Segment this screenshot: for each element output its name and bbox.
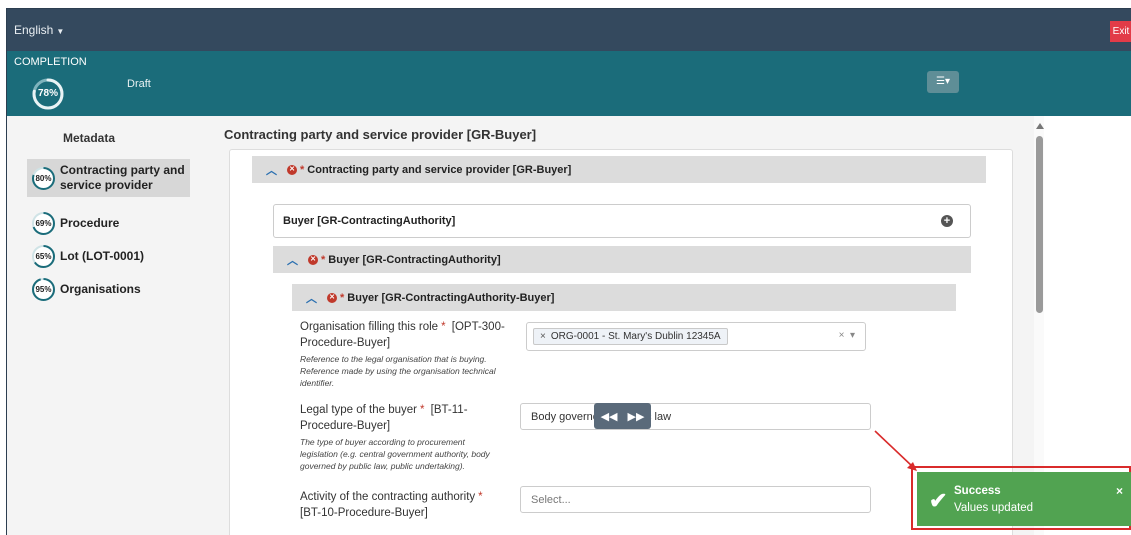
error-icon: ✕ <box>327 292 337 303</box>
scroll-up-icon[interactable] <box>1036 123 1044 129</box>
progress-ring-icon: 95% <box>31 277 56 302</box>
required-marker: * <box>420 404 425 416</box>
completion-percent: 78% <box>37 88 58 99</box>
clear-and-dropdown-icon[interactable]: × ▾ <box>839 330 855 341</box>
previous-section-icon[interactable]: ◀◀ <box>601 410 618 423</box>
sidebar-title: Metadata <box>63 131 116 145</box>
progress-ring-icon: 65% <box>31 244 56 269</box>
group-header-title: Buyer [GR-ContractingAuthority] <box>328 253 501 266</box>
remove-chip-icon[interactable]: × <box>540 331 546 342</box>
sidebar-item-percent: 65% <box>35 251 52 261</box>
required-marker: * <box>321 253 326 266</box>
close-icon[interactable]: × <box>1116 484 1123 498</box>
error-icon: ✕ <box>308 254 318 265</box>
selected-chip: × ORG-0001 - St. Mary's Dublin 12345A <box>533 328 728 345</box>
section-header-title: Contracting party and service provider [… <box>307 163 572 176</box>
help-line: Reference to the legal organisation that… <box>300 354 487 364</box>
sidebar-item-procedure[interactable]: 69% Procedure <box>27 210 190 236</box>
legal-type-input[interactable]: Body governed by public law <box>520 403 871 430</box>
chip-value: ORG-0001 - St. Mary's Dublin 12345A <box>550 331 721 342</box>
completion-bar: COMPLETION 78% Draft ☰▾ <box>7 51 1131 116</box>
add-icon[interactable]: + <box>941 215 953 227</box>
section-header[interactable]: ︿ ✕ * Contracting party and service prov… <box>252 156 986 183</box>
section-pager: ◀◀ ▶▶ <box>594 403 651 429</box>
progress-ring-icon: 69% <box>31 211 56 236</box>
collapsed-group-buyer[interactable]: Buyer [GR-ContractingAuthority] + <box>273 204 971 238</box>
status-label: Draft <box>127 78 151 90</box>
help-line: governed by public law, public undertaki… <box>300 461 465 471</box>
sidebar-item-contracting-party[interactable]: 80% Contracting party and service provid… <box>27 159 190 197</box>
success-toast[interactable]: ✔ Success Values updated × <box>917 472 1131 526</box>
field-label-text: Legal type of the buyer <box>300 404 417 416</box>
help-line: The type of buyer according to procureme… <box>300 437 465 447</box>
group-header-buyer[interactable]: ︿ ✕ * Buyer [GR-ContractingAuthority] <box>273 246 971 273</box>
field-label-legal-type: Legal type of the buyer * [BT-11- Procedu… <box>300 402 510 434</box>
next-section-icon[interactable]: ▶▶ <box>628 410 645 423</box>
organisation-select[interactable]: × ORG-0001 - St. Mary's Dublin 12345A × ▾ <box>526 322 866 351</box>
sidebar-item-percent: 95% <box>35 284 52 294</box>
language-selector[interactable]: English ▼ <box>14 23 64 37</box>
sidebar-item-label: Contracting party and service provider <box>60 163 185 192</box>
help-line: identifier. <box>300 378 335 388</box>
sidebar-item-label: Lot (LOT-0001) <box>60 248 145 263</box>
sidebar-item-percent: 80% <box>35 173 52 183</box>
chevron-up-icon[interactable]: ︿ <box>266 162 277 178</box>
sidebar-item-lot[interactable]: 65% Lot (LOT-0001) <box>27 243 190 269</box>
field-label-code: [BT-10-Procedure-Buyer] <box>300 507 428 519</box>
field-label-text: Activity of the contracting authority <box>300 491 476 503</box>
field-label-code: [OPT-300- <box>448 321 505 333</box>
toast-message: Values updated <box>954 502 1034 514</box>
field-label-code: Procedure-Buyer] <box>300 420 391 432</box>
app-window: English ▼ Exit COMPLETION 78% Draft ☰▾ Me… <box>6 8 1131 535</box>
sliders-icon: ☰▾ <box>936 76 950 87</box>
page-title: Contracting party and service provider [… <box>224 127 537 142</box>
progress-ring-icon: 80% <box>31 166 56 191</box>
sidebar-item-organisations[interactable]: 95% Organisations <box>27 276 190 302</box>
scrollbar-thumb[interactable] <box>1036 136 1043 313</box>
sidebar: Metadata 80% Contracting party and servi… <box>7 116 212 535</box>
help-line: Reference made by using the organisation… <box>300 366 496 376</box>
subgroup-header-buyer[interactable]: ︿ ✕ * Buyer [GR-ContractingAuthority-Buy… <box>292 284 956 311</box>
field-label-code: [BT-11- <box>427 404 468 416</box>
form-card: ︿ ✕ * Contracting party and service prov… <box>229 149 1013 535</box>
field-label-text: Organisation filling this role <box>300 321 439 333</box>
error-icon: ✕ <box>287 164 297 175</box>
field-label-code: Procedure-Buyer] <box>300 337 391 349</box>
collapsed-group-title: Buyer [GR-ContractingAuthority] <box>283 215 456 227</box>
sidebar-item-percent: 69% <box>35 218 52 228</box>
exit-button[interactable]: Exit <box>1110 21 1131 42</box>
field-label-organisation-role: Organisation filling this role * [OPT-300… <box>300 319 510 351</box>
subgroup-header-title: Buyer [GR-ContractingAuthority-Buyer] <box>347 291 555 304</box>
toast-title: Success <box>954 485 1001 497</box>
required-marker: * <box>441 321 446 333</box>
settings-dropdown-button[interactable]: ☰▾ <box>927 71 959 93</box>
sidebar-item-label: Procedure <box>60 215 120 230</box>
top-bar: English ▼ Exit <box>7 9 1131 51</box>
completion-title: COMPLETION <box>14 56 87 68</box>
field-label-activity: Activity of the contracting authority * [… <box>300 489 515 521</box>
chevron-up-icon[interactable]: ︿ <box>287 252 298 268</box>
language-label: English <box>14 23 54 37</box>
caret-down-icon: ▼ <box>56 27 65 36</box>
required-marker: * <box>300 163 305 176</box>
check-icon: ✔ <box>929 488 948 513</box>
field-help-organisation-role: Reference to the legal organisation that… <box>300 353 515 389</box>
chevron-up-icon[interactable]: ︿ <box>306 290 317 306</box>
activity-select[interactable]: Select... <box>520 486 871 513</box>
activity-placeholder: Select... <box>531 493 571 506</box>
help-line: legislation (e.g. central government aut… <box>300 449 490 459</box>
field-help-legal-type: The type of buyer according to procureme… <box>300 436 515 472</box>
required-marker: * <box>478 491 483 503</box>
sidebar-item-label: Organisations <box>60 281 141 296</box>
required-marker: * <box>340 291 345 304</box>
